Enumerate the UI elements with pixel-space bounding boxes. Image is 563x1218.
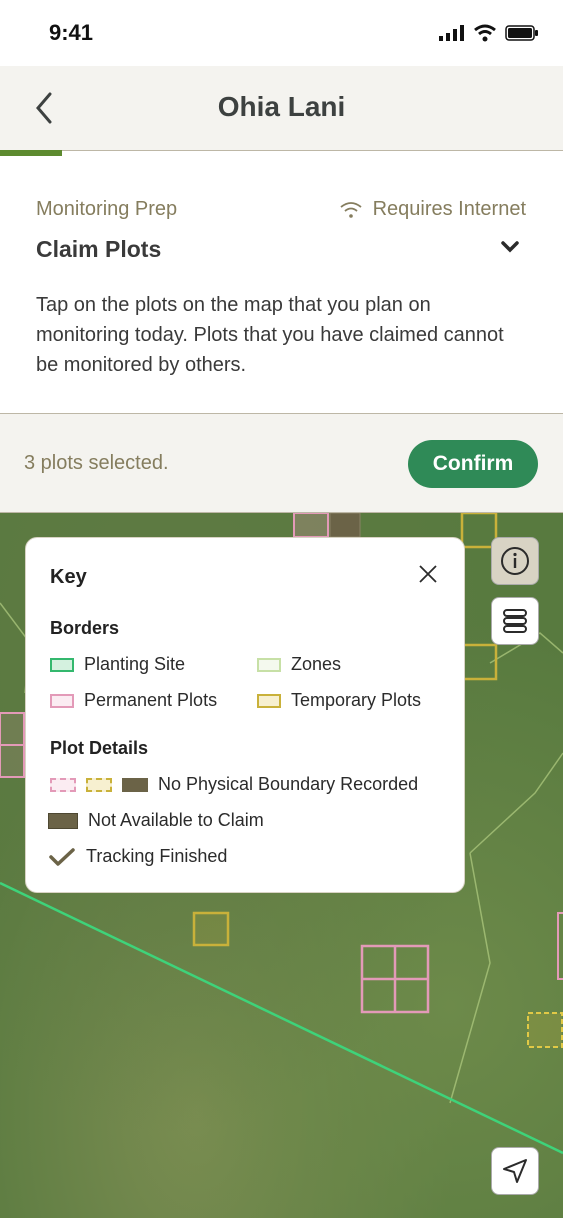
requires-internet-label: Requires Internet (372, 198, 526, 220)
legend-permanent-plots: Permanent Plots (50, 690, 217, 711)
task-description: Tap on the plots on the map that you pla… (36, 294, 504, 376)
legend-planting-site: Planting Site (50, 654, 185, 675)
pink-dashed-swatch (50, 777, 76, 792)
task-title: Claim Plots (36, 236, 162, 262)
step-label: Monitoring Prep (36, 198, 178, 220)
legend-temporary-plots: Temporary Plots (257, 690, 421, 711)
dark-dashed-swatch (122, 777, 148, 792)
legend-tracking-finished: Tracking Finished (48, 846, 227, 867)
status-bar: 9:41 (0, 0, 563, 66)
legend-zones: Zones (257, 654, 341, 675)
legend-no-boundary: No Physical Boundary Recorded (50, 774, 418, 795)
planting-site-swatch (50, 657, 74, 672)
page-title: Ohia Lani (217, 91, 346, 122)
status-time: 9:41 (49, 20, 94, 45)
not-available-swatch (48, 812, 78, 829)
legend-label: Tracking Finished (86, 846, 228, 866)
legend-label: Not Available to Claim (88, 810, 264, 830)
wifi-icon (340, 201, 362, 218)
borders-heading: Borders (50, 618, 120, 638)
close-icon (419, 565, 437, 583)
legend-label: No Physical Boundary Recorded (158, 774, 419, 794)
confirm-button[interactable]: Confirm (408, 440, 538, 488)
info-button[interactable] (491, 537, 539, 585)
info-icon (501, 547, 529, 575)
check-icon (49, 847, 75, 866)
layers-button[interactable] (491, 597, 539, 645)
requires-internet: Requires Internet (339, 198, 526, 221)
battery-icon (505, 25, 538, 41)
map-key-popup: Key Borders Planting Site Zones Permanen… (25, 537, 465, 893)
layers-icon (503, 609, 527, 633)
legend-label: Planting Site (84, 654, 186, 674)
key-close-button[interactable] (418, 564, 438, 589)
plot-details-heading: Plot Details (50, 738, 149, 758)
navigate-button[interactable] (491, 1147, 539, 1195)
yellow-dashed-swatch (86, 777, 112, 792)
navigate-arrow-icon (503, 1159, 527, 1183)
zones-swatch (257, 657, 281, 672)
selected-count: 3 plots selected. (24, 452, 169, 474)
temporary-swatch (257, 693, 281, 708)
permanent-swatch (50, 693, 74, 708)
app-header: Ohia Lani (0, 66, 563, 151)
key-title: Key (50, 566, 87, 588)
wifi-status-icon (474, 24, 496, 42)
selection-bar: 3 plots selected. Confirm (0, 414, 563, 513)
monitoring-prep-panel: Monitoring Prep Requires Internet Claim … (0, 156, 563, 414)
legend-label: Temporary Plots (291, 690, 422, 710)
map-view[interactable]: Key Borders Planting Site Zones Permanen… (0, 513, 563, 1218)
legend-label: Permanent Plots (84, 690, 218, 710)
status-icons (439, 24, 539, 42)
expand-toggle[interactable] (501, 240, 519, 259)
legend-not-available: Not Available to Claim (48, 810, 264, 831)
chevron-down-icon (501, 241, 519, 253)
signal-icon (439, 25, 464, 41)
legend-label: Zones (291, 654, 342, 674)
